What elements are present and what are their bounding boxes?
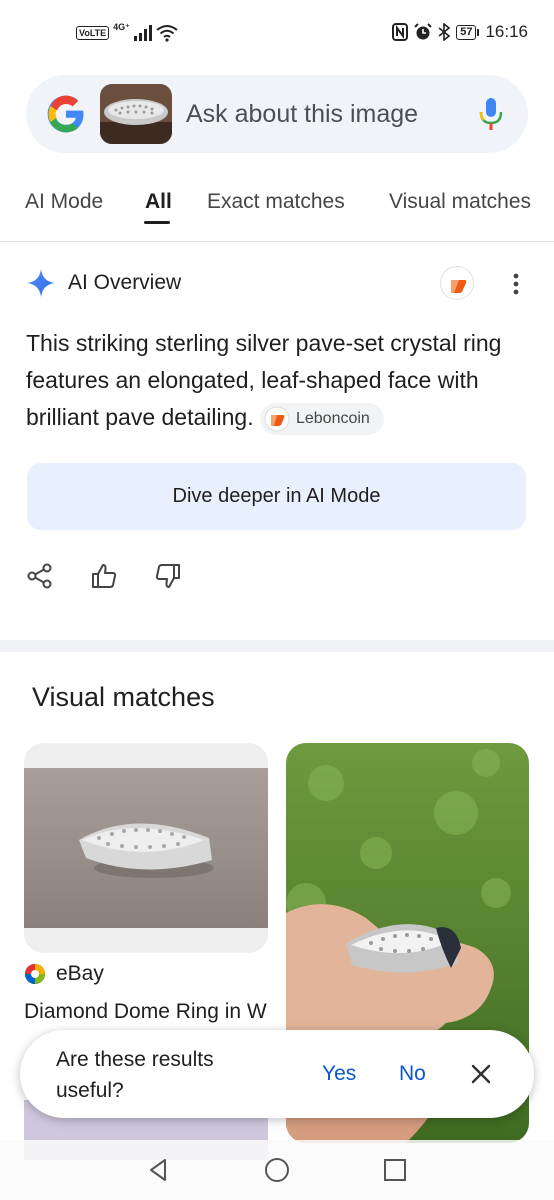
clock: 16:16 bbox=[485, 22, 528, 41]
close-icon[interactable] bbox=[470, 1063, 492, 1085]
nfc-icon bbox=[392, 23, 409, 41]
feedback-no-button[interactable]: No bbox=[399, 1062, 426, 1086]
battery-tip bbox=[477, 28, 480, 36]
query-image-thumbnail[interactable] bbox=[100, 84, 172, 144]
tab-all[interactable]: All bbox=[145, 190, 172, 214]
tab-visual-matches[interactable]: Visual matches bbox=[389, 190, 531, 214]
search-input[interactable]: Ask about this image bbox=[186, 100, 478, 129]
wifi-icon bbox=[156, 25, 178, 42]
battery-level: 57 bbox=[456, 24, 477, 40]
tab-exact-matches[interactable]: Exact matches bbox=[207, 190, 345, 214]
search-bar[interactable]: Ask about this image bbox=[26, 75, 528, 153]
search-tabs: AI Mode All Exact matches Visual matches bbox=[0, 170, 554, 242]
ai-overview-actions bbox=[26, 562, 182, 598]
thumbs-up-icon[interactable] bbox=[90, 562, 118, 590]
system-navigation-bar bbox=[0, 1140, 554, 1200]
feedback-yes-button[interactable]: Yes bbox=[322, 1062, 356, 1086]
ebay-icon bbox=[25, 964, 45, 984]
visual-match-title[interactable]: Diamond Dome Ring in W bbox=[24, 998, 274, 1026]
dive-deeper-button[interactable]: Dive deeper in AI Mode bbox=[27, 463, 526, 530]
status-left: VoLTE 4G⁺ bbox=[76, 21, 178, 42]
visual-match-source-name: eBay bbox=[56, 962, 104, 985]
network-type: 4G⁺ bbox=[113, 21, 130, 32]
ai-sparkle-icon bbox=[27, 269, 55, 297]
battery-indicator: 57 bbox=[456, 24, 480, 40]
feedback-question: Are these results useful? bbox=[56, 1048, 214, 1102]
active-tab-indicator bbox=[144, 221, 170, 224]
source-favicon-button[interactable] bbox=[440, 266, 474, 300]
signal-icon bbox=[133, 25, 152, 41]
microphone-icon[interactable] bbox=[478, 97, 504, 131]
ai-overview-header: AI Overview bbox=[26, 266, 528, 302]
tab-ai-mode[interactable]: AI Mode bbox=[25, 190, 103, 214]
feedback-toast: Are these results useful? Yes No bbox=[20, 1030, 534, 1118]
recents-icon[interactable] bbox=[381, 1156, 409, 1184]
leboncoin-icon bbox=[264, 406, 290, 432]
ai-overview-title: AI Overview bbox=[68, 271, 182, 294]
more-options-icon[interactable] bbox=[506, 270, 526, 298]
back-icon[interactable] bbox=[145, 1156, 173, 1184]
alarm-icon bbox=[414, 23, 432, 40]
bluetooth-icon bbox=[438, 23, 451, 41]
share-icon[interactable] bbox=[26, 562, 54, 590]
visual-match-source[interactable]: eBay bbox=[24, 962, 104, 986]
ai-overview-text: This striking sterling silver pave-set c… bbox=[26, 325, 536, 436]
visual-matches-heading: Visual matches bbox=[32, 682, 215, 712]
visual-match-image-1[interactable] bbox=[24, 743, 268, 953]
status-right: 57 16:16 bbox=[392, 22, 528, 42]
google-logo-icon[interactable] bbox=[46, 94, 86, 134]
source-chip[interactable]: Leboncoin bbox=[259, 402, 384, 435]
section-divider bbox=[0, 640, 554, 652]
leboncoin-icon bbox=[451, 280, 467, 293]
home-icon[interactable] bbox=[263, 1156, 291, 1184]
status-bar: VoLTE 4G⁺ 57 16:16 bbox=[0, 0, 554, 70]
volte-badge: VoLTE bbox=[76, 26, 110, 40]
thumbs-down-icon[interactable] bbox=[154, 562, 182, 590]
source-chip-label: Leboncoin bbox=[295, 409, 370, 427]
